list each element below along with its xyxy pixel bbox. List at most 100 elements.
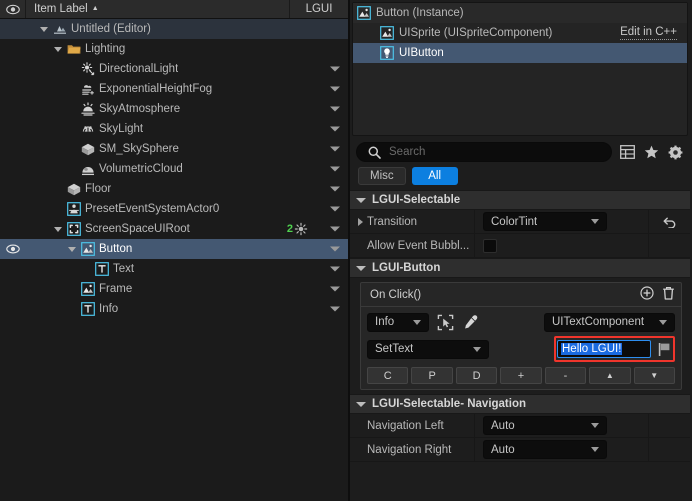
expander-triangle-icon[interactable] [40,25,49,34]
row-settings-chevron-icon[interactable] [330,226,340,232]
expander-triangle-icon[interactable] [68,245,77,254]
row-settings-chevron-icon[interactable] [330,266,340,272]
outliner-row[interactable]: Lighting [0,39,348,59]
outliner-row[interactable]: Floor [0,179,348,199]
visibility-column-header[interactable] [0,0,26,18]
chevron-right-icon [358,217,363,226]
reset-transition-button[interactable] [648,210,690,233]
navigation-right-dropdown[interactable]: Auto [483,440,607,459]
row-settings-chevron-icon[interactable] [330,306,340,312]
outliner-row[interactable]: ScreenSpaceUIRoot 2 [0,219,348,239]
component-row-label: Button (Instance) [376,7,464,19]
eyedropper-icon[interactable] [461,312,481,332]
search-input[interactable]: Search [356,142,612,162]
lgui-column-header[interactable]: LGUI [290,0,348,18]
trash-icon[interactable] [662,286,675,303]
outliner-row[interactable]: Untitled (Editor) [0,19,348,39]
outliner-row[interactable]: SkyLight [0,119,348,139]
add-circle-icon[interactable] [640,286,654,303]
mini-button-paste[interactable]: P [411,367,453,384]
mini-button-move-up-label: ▲ [605,371,614,380]
property-row-navigation-right: Navigation Right Auto [350,438,690,462]
event-target-object-dropdown[interactable]: Info [367,312,429,332]
event-function-dropdown[interactable]: SetText [367,339,489,359]
outliner-row-label: VolumetricCloud [99,163,183,175]
outliner-row[interactable]: SkyAtmosphere [0,99,348,119]
mini-button-remove[interactable]: - [544,367,587,384]
outliner-row[interactable]: DirectionalLight [0,59,348,79]
table-view-icon[interactable] [619,144,636,161]
directional-light-icon [81,62,95,76]
world-icon [53,22,67,36]
event-parameter-value: Hello LGUI! [561,343,623,355]
reset-navigation-left [648,414,690,437]
reset-navigation-right [648,438,690,461]
mini-button-copy[interactable]: C [367,367,409,384]
outliner-row[interactable]: SM_SkySphere [0,139,348,159]
category-title-lgui-button: LGUI-Button [372,262,441,274]
navigation-left-dropdown[interactable]: Auto [483,416,607,435]
component-row[interactable]: Button (Instance) [353,3,687,23]
transition-dropdown[interactable]: ColorTint [483,212,607,231]
sky-atmosphere-icon [81,102,95,116]
event-component-type-dropdown[interactable]: UITextComponent [544,312,675,332]
category-header-lgui-button[interactable]: LGUI-Button [350,258,690,278]
row-settings-chevron-icon[interactable] [330,126,340,132]
expander-triangle-icon[interactable] [54,225,63,234]
outliner-row-name-cell: Untitled (Editor) [26,22,348,36]
event-target-row: Info UITextComponent [367,312,675,332]
row-settings-chevron-icon[interactable] [330,286,340,292]
component-row-label: UIButton [399,47,444,59]
outliner-row[interactable]: PresetEventSystemActor0 [0,199,348,219]
flag-icon[interactable] [656,339,672,359]
component-row[interactable]: UISprite (UISpriteComponent) Edit in C++ [353,23,687,43]
lgui-count-badge[interactable]: 2 [287,222,308,236]
visibility-toggle[interactable] [0,244,26,254]
outliner-row[interactable]: ExponentialHeightFog [0,79,348,99]
mini-button-remove-label: - [563,369,568,382]
outliner-row[interactable]: Text [0,259,348,279]
edit-in-cpp-link[interactable]: Edit in C++ [620,26,677,40]
row-settings-chevron-icon[interactable] [330,106,340,112]
row-settings-chevron-icon[interactable] [330,66,340,72]
outliner-header: Item Label ▲ LGUI [0,0,348,19]
event-component-type-value: UITextComponent [552,316,645,328]
component-row[interactable]: UIButton [353,43,687,63]
mini-button-add[interactable]: + [500,367,542,384]
filter-pill-all[interactable]: All [411,167,458,185]
event-parameter-input[interactable]: Hello LGUI! [557,340,651,358]
property-label-transition[interactable]: Transition [350,210,475,233]
expander-triangle-icon[interactable] [54,45,63,54]
outliner-row[interactable]: VolumetricCloud [0,159,348,179]
allow-event-bubble-checkbox[interactable] [483,238,497,253]
highlighted-parameter-group: Hello LGUI! [554,336,675,362]
row-settings-chevron-icon[interactable] [330,86,340,92]
category-header-lgui-selectable[interactable]: LGUI-Selectable [350,190,690,210]
mini-button-duplicate[interactable]: D [455,367,498,384]
outliner-row-name-cell: Frame [26,282,348,296]
row-settings-chevron-icon[interactable] [330,246,340,252]
settings-gear-icon[interactable] [667,144,684,161]
favorite-star-icon[interactable] [643,144,660,161]
outliner-row[interactable]: Button [0,239,348,259]
on-click-event-section: On Click() Info UITextComponent SetText … [350,278,690,394]
reset-allow-event-bubble [648,234,690,257]
filter-pill-misc[interactable]: Misc [358,167,406,185]
row-settings-chevron-icon[interactable] [330,146,340,152]
property-label-navigation-right: Navigation Right [350,438,475,461]
row-settings-chevron-icon[interactable] [330,206,340,212]
ui-actor-icon [67,202,81,216]
category-header-navigation[interactable]: LGUI-Selectable- Navigation [350,394,690,414]
row-settings-chevron-icon[interactable] [330,166,340,172]
row-settings-chevron-icon[interactable] [330,186,340,192]
mini-button-move-down[interactable]: ▼ [633,367,675,384]
mini-button-copy-label: C [383,369,392,382]
item-label-column-header[interactable]: Item Label ▲ [26,0,290,18]
actor-picker-icon[interactable] [435,312,455,332]
outliner-row[interactable]: Frame [0,279,348,299]
outliner-row[interactable]: Info [0,299,348,319]
property-value-allow-event-bubble [475,234,648,257]
mini-button-move-up[interactable]: ▲ [589,367,631,384]
